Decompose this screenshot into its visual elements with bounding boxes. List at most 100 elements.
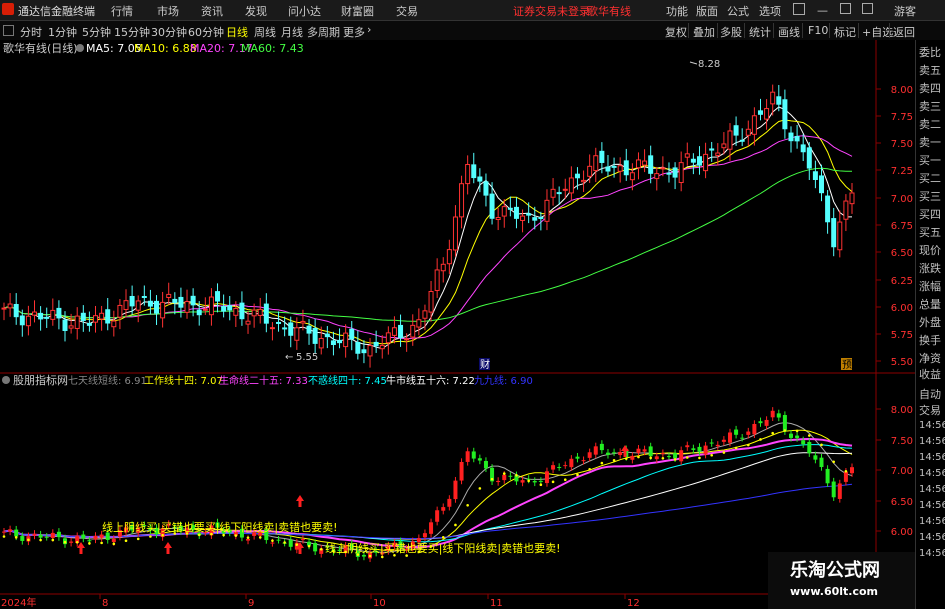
menu-item-formula[interactable]: 公式 [727, 3, 749, 19]
side-item[interactable]: 卖三 [919, 98, 941, 114]
candle-body [379, 344, 385, 350]
sub-dot [307, 544, 311, 548]
period-tab-intraday[interactable]: 分时 [20, 24, 42, 40]
menu-item-market[interactable]: 行情 [111, 3, 133, 19]
sub-candle-body [721, 439, 726, 442]
sub-candle-body [666, 456, 671, 458]
side-item[interactable]: 现价 [919, 242, 941, 258]
side-item[interactable]: 涨幅 [919, 278, 941, 294]
sub-candle-body [483, 460, 488, 469]
toolbar-left-icon[interactable] [3, 25, 14, 36]
button-overlay[interactable]: 叠加 [693, 24, 715, 40]
period-tab-monthly[interactable]: 月线 [281, 24, 303, 40]
candle-body [391, 327, 397, 336]
period-tab-30min[interactable]: 30分钟 [151, 24, 187, 40]
button-draw-line[interactable]: 画线 [778, 24, 800, 40]
button-back[interactable]: 返回 [893, 24, 915, 40]
side-item[interactable]: 买三 [919, 188, 941, 204]
side-item[interactable]: 外盘 [919, 314, 941, 330]
strategy-annotation-1: 线上阴线买|买错也要买|线下阳线卖|卖错也要卖! [102, 521, 338, 534]
candle-body [306, 325, 312, 334]
side-item[interactable]: 交易 [919, 402, 941, 418]
period-tab-daily[interactable]: 日线 [226, 24, 248, 40]
period-tab-more[interactable]: 更多 [343, 24, 365, 40]
chart-setting-icon[interactable] [76, 44, 84, 52]
candle-body [349, 328, 355, 340]
side-item[interactable]: 委比 [919, 44, 941, 60]
button-statistics[interactable]: 统计 [749, 24, 771, 40]
sub-dot [783, 429, 787, 432]
candle-body [178, 296, 184, 308]
button-mark[interactable]: 标记 [834, 24, 856, 40]
candle-body [733, 125, 739, 136]
menu-item-trade[interactable]: 交易 [396, 3, 418, 19]
sub-candle-body [569, 458, 574, 468]
side-item[interactable]: 买四 [919, 206, 941, 222]
menu-item-discover[interactable]: 发现 [245, 3, 267, 19]
side-item[interactable]: 自动 [919, 386, 941, 402]
chevron-down-icon[interactable]: › [367, 23, 371, 36]
sub-candle-body [581, 460, 586, 462]
menu-item-options[interactable]: 选项 [759, 3, 781, 19]
candle-body [398, 324, 404, 339]
fullscreen-icon[interactable] [862, 3, 873, 14]
y-tick: 6.00 [891, 303, 913, 314]
side-item[interactable]: 净资 [919, 350, 941, 366]
candle-body [62, 319, 68, 331]
period-tab-1min[interactable]: 1分钟 [48, 24, 77, 40]
side-item[interactable]: 收益 [919, 366, 941, 382]
main-chart-area[interactable] [0, 40, 915, 373]
side-item[interactable]: 买一 [919, 152, 941, 168]
sub-candle-body [612, 452, 617, 454]
user-label[interactable]: 游客 [894, 3, 916, 19]
button-f10[interactable]: F10 [808, 24, 828, 37]
candle-body [800, 144, 806, 153]
candle-body [843, 200, 849, 220]
side-item[interactable]: 买二 [919, 170, 941, 186]
minimize-icon[interactable]: — [817, 4, 828, 17]
x-tick: 8 [102, 598, 108, 609]
period-tab-60min[interactable]: 60分钟 [188, 24, 224, 40]
candle-body [489, 193, 495, 219]
side-item[interactable]: 买五 [919, 224, 941, 240]
sub-candle-body [69, 541, 74, 543]
period-tab-5min[interactable]: 5分钟 [82, 24, 111, 40]
candle-body [660, 167, 666, 170]
candle-body [25, 315, 31, 327]
side-time: 14:56 [919, 548, 945, 559]
side-item[interactable]: 总量 [919, 296, 941, 312]
sub-candle-body [502, 474, 507, 481]
restore-icon[interactable] [840, 3, 851, 14]
menu-item-function[interactable]: 功能 [666, 3, 688, 19]
menu-item-market-list[interactable]: 市场 [157, 3, 179, 19]
window-icon[interactable] [793, 3, 805, 15]
period-tab-15min[interactable]: 15分钟 [114, 24, 150, 40]
side-item[interactable]: 卖四 [919, 80, 941, 96]
period-tab-multi[interactable]: 多周期 [307, 24, 340, 40]
sub-chart-setting-icon[interactable] [2, 376, 10, 384]
side-item[interactable]: 换手 [919, 332, 941, 348]
candle-body [703, 153, 709, 172]
button-restore-rights[interactable]: 复权 [665, 24, 687, 40]
sub-dot [14, 536, 18, 539]
side-item[interactable]: 卖二 [919, 116, 941, 132]
side-item[interactable]: 涨跌 [919, 260, 941, 276]
main-chart-title: 歌华有线(日线) [3, 41, 78, 55]
side-time: 14:56 [919, 420, 945, 431]
buy-signal-arrows [77, 445, 629, 554]
button-multi-stock[interactable]: 多股 [720, 24, 742, 40]
menu-item-ask[interactable]: 问小达 [288, 3, 321, 19]
menu-item-layout[interactable]: 版面 [696, 3, 718, 19]
sub-candle-body [654, 456, 659, 460]
menu-item-wealth[interactable]: 财富圈 [341, 3, 374, 19]
candle-body [666, 172, 672, 175]
candle-body [690, 158, 696, 163]
trade-login-notice[interactable]: 证券交易未登录 [513, 3, 590, 19]
period-tab-weekly[interactable]: 周线 [254, 24, 276, 40]
candle-body [495, 217, 501, 221]
candle-body [202, 308, 208, 311]
side-item[interactable]: 卖五 [919, 62, 941, 78]
menu-item-news[interactable]: 资讯 [201, 3, 223, 19]
candle-body [269, 327, 275, 330]
side-item[interactable]: 卖一 [919, 134, 941, 150]
